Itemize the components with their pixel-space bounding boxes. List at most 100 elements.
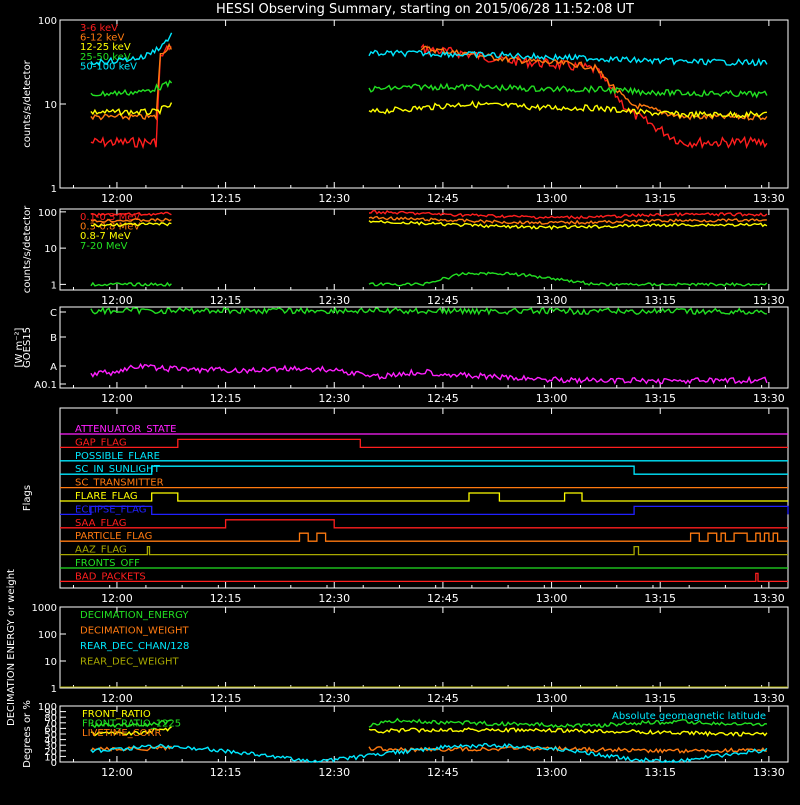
y-tick-label: 1 [51, 684, 57, 695]
time-tick-label: 13:00 [536, 692, 568, 705]
legend-entry: LIVETIME_CORR [82, 728, 161, 739]
time-tick-label: 13:30 [753, 592, 785, 605]
time-tick-label: 13:15 [644, 766, 676, 779]
y-tick-label: 10 [44, 657, 57, 668]
flag-label: BAD_PACKETS [75, 571, 146, 582]
legend-entry: REAR_DEC_CHAN/128 [80, 641, 189, 652]
y-tick-label: 100 [38, 702, 57, 713]
time-tick-label: 13:30 [753, 766, 785, 779]
time-tick-label: 12:00 [101, 592, 133, 605]
y-tick-label: B [50, 333, 57, 344]
time-tick-label: 12:15 [210, 392, 242, 405]
time-tick-label: 13:00 [536, 592, 568, 605]
flag-line-11 [60, 572, 788, 583]
y-tick-label: A0.1 [34, 380, 57, 391]
time-tick-label: 13:15 [644, 294, 676, 307]
time-tick-label: 12:45 [427, 392, 459, 405]
time-tick-label: 12:15 [210, 766, 242, 779]
y-tick-label: 100 [38, 208, 57, 219]
y-tick-label: 1 [51, 184, 57, 195]
flag-label: GAP_FLAG [75, 437, 127, 448]
legend-entry: REAR_DEC_WEIGHT [80, 657, 179, 668]
flag-label: FLARE_FLAG [75, 491, 138, 502]
time-tick-label: 12:15 [210, 592, 242, 605]
legend-entry: DECIMATION_ENERGY [80, 610, 189, 621]
time-tick-label: 13:00 [536, 392, 568, 405]
time-tick-label: 12:00 [101, 766, 133, 779]
flag-label: PARTICLE_FLAG [75, 531, 152, 542]
time-tick-label: 12:00 [101, 392, 133, 405]
flag-line-8 [60, 532, 788, 542]
flag-label: AAZ_FLAG [75, 545, 127, 556]
time-tick-label: 12:45 [427, 592, 459, 605]
time-tick-label: 12:15 [210, 692, 242, 705]
flag-label: ECLIPSE_FLAG [75, 504, 146, 515]
flag-label: SC_TRANSMITTER [75, 478, 164, 489]
flag-label: POSSIBLE_FLARE [75, 451, 160, 462]
y-axis-units: [W m⁻²] [14, 327, 25, 367]
annotation-label: Absolute geomagnetic latitude [612, 711, 766, 722]
panel-frame [59, 407, 789, 589]
flag-line-1 [60, 438, 788, 449]
time-tick-label: 12:15 [210, 192, 242, 205]
series-line-0-0 [420, 43, 768, 150]
flag-line-3 [60, 465, 788, 475]
y-axis-label: counts/s/detector [22, 205, 33, 293]
y-tick-label: 10 [44, 100, 57, 111]
time-tick-label: 13:00 [536, 766, 568, 779]
time-tick-label: 12:00 [101, 692, 133, 705]
panel-2 [59, 306, 789, 389]
time-tick-label: 12:45 [427, 692, 459, 705]
time-tick-label: 13:15 [644, 692, 676, 705]
time-tick-label: 12:45 [427, 766, 459, 779]
time-tick-label: 13:15 [644, 192, 676, 205]
y-tick-label: C [50, 308, 57, 319]
figure-title: HESSI Observing Summary, starting on 201… [216, 2, 634, 17]
series-line-5-3 [90, 742, 768, 763]
flag-label: ATTENUATOR_STATE [75, 424, 176, 435]
y-tick-label: 100 [38, 630, 57, 641]
time-tick-label: 12:45 [427, 294, 459, 307]
flag-label: SC_IN_SUNLIGHT [75, 464, 161, 475]
time-tick-label: 13:00 [536, 192, 568, 205]
series-line-1-3 [368, 271, 768, 287]
flag-line-5 [60, 492, 788, 502]
y-axis-label: DECIMATION ENERGY or weight [6, 569, 17, 726]
time-tick-label: 12:15 [210, 294, 242, 307]
y-axis-label: counts/s/detector [22, 59, 33, 147]
flag-label: FRONTS_OFF [75, 558, 140, 569]
flag-line-7 [60, 519, 788, 529]
series-line-1-3 [90, 281, 172, 287]
time-tick-label: 12:30 [318, 692, 350, 705]
y-axis-label: Flags [22, 485, 33, 511]
time-tick-label: 13:30 [753, 392, 785, 405]
hessi-summary-figure: HESSI Observing Summary, starting on 201… [0, 0, 800, 800]
time-tick-label: 12:00 [101, 192, 133, 205]
flag-label: SAA_FLAG [75, 518, 126, 529]
legend-entry: DECIMATION_WEIGHT [80, 626, 189, 637]
time-tick-label: 12:30 [318, 294, 350, 307]
series-line-5-0 [368, 727, 768, 737]
y-tick-label: 1 [51, 280, 57, 291]
flag-line-9 [60, 545, 788, 556]
time-tick-label: 12:30 [318, 592, 350, 605]
series-line-0-2 [90, 102, 173, 117]
time-tick-label: 13:30 [753, 294, 785, 307]
y-tick-label: A [50, 362, 57, 373]
series-line-2-0 [90, 306, 767, 316]
panel-frame [59, 306, 789, 389]
series-line-2-1 [90, 362, 768, 385]
time-tick-label: 13:15 [644, 592, 676, 605]
y-axis-label: Degrees or % [22, 700, 33, 768]
y-tick-label: 100 [38, 16, 57, 27]
figure-canvas: HESSI Observing Summary, starting on 201… [6, 2, 789, 779]
time-tick-label: 12:45 [427, 192, 459, 205]
time-tick-label: 13:00 [536, 294, 568, 307]
time-tick-label: 12:30 [318, 392, 350, 405]
time-tick-label: 12:00 [101, 294, 133, 307]
time-tick-label: 12:30 [318, 192, 350, 205]
legend-entry: 7-20 MeV [80, 241, 128, 252]
flag-line-6 [60, 505, 789, 516]
y-tick-label: 1000 [32, 603, 57, 614]
series-line-0-3 [368, 82, 768, 99]
